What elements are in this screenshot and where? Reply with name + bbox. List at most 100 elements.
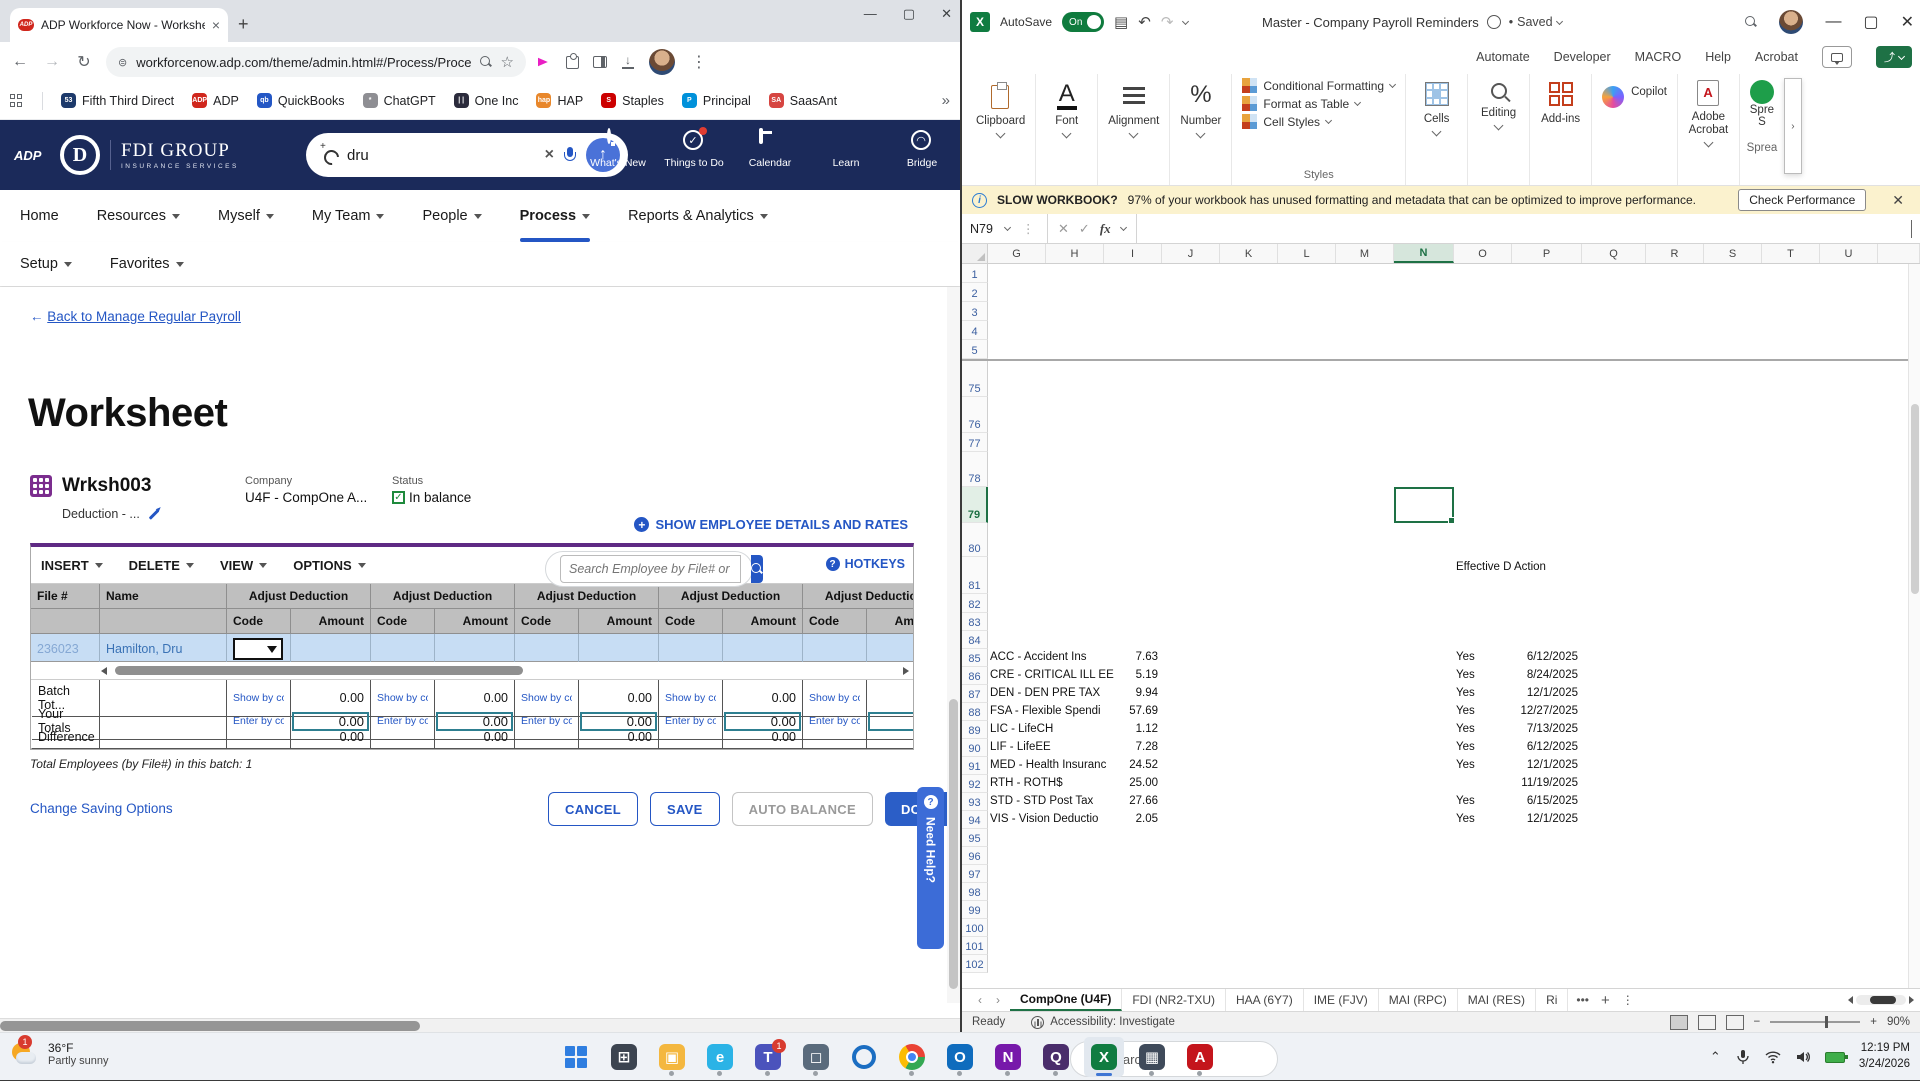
scroll-right-icon[interactable] <box>903 667 909 675</box>
quick-link-people[interactable]: ◠Bridge <box>894 130 950 169</box>
taskbar-remote-desktop-icon[interactable]: ◻ <box>796 1037 836 1077</box>
sheet-row-2[interactable]: 2 <box>962 283 1920 302</box>
taskbar-calculator-icon[interactable]: ▦ <box>1132 1037 1172 1077</box>
sheet-row-88[interactable]: 88FSA - Flexible Spendi57.69Yes12/27/202… <box>962 703 1920 721</box>
amount-cell[interactable] <box>579 634 659 664</box>
page-vertical-scrollbar[interactable] <box>947 287 960 1003</box>
sheet-row-4[interactable]: 4 <box>962 321 1920 340</box>
row-number-86[interactable]: 86 <box>962 667 988 685</box>
taskbar-task-view-icon[interactable]: ⊞ <box>604 1037 644 1077</box>
back-to-payroll-link[interactable]: ← Back to Manage Regular Payroll <box>30 309 241 324</box>
downloads-icon[interactable]: ↓ <box>621 55 635 69</box>
sheet-row-100[interactable]: 100 <box>962 919 1920 937</box>
url-text[interactable]: workforcenow.adp.com/theme/admin.html#/P… <box>136 55 470 70</box>
bookmarks-overflow-icon[interactable]: » <box>942 92 950 109</box>
row-number-88[interactable]: 88 <box>962 703 988 721</box>
expand-formula-bar-icon[interactable] <box>1911 220 1912 238</box>
bookmark-item[interactable]: PPrincipal <box>682 93 751 108</box>
nav-item-home[interactable]: Home <box>20 190 59 242</box>
excel-profile-avatar[interactable] <box>1779 10 1803 34</box>
column-header-T[interactable]: T <box>1762 244 1820 263</box>
row-number-98[interactable]: 98 <box>962 883 988 901</box>
ribbon-tab-acrobat[interactable]: Acrobat <box>1755 50 1798 64</box>
nav-item-people[interactable]: People <box>422 190 481 242</box>
bookmark-item[interactable]: | |One Inc <box>454 93 519 108</box>
ribbon-tab-developer[interactable]: Developer <box>1554 50 1611 64</box>
sheet-row-90[interactable]: 90LIF - LifeEE7.28Yes6/12/2025 <box>962 739 1920 757</box>
row-number-76[interactable]: 76 <box>962 397 988 433</box>
taskbar-quickbooks-icon[interactable]: Q <box>1036 1037 1076 1077</box>
sheet-tab-ime-fjv-[interactable]: IME (FJV) <box>1304 989 1379 1011</box>
page-horizontal-scrollbar[interactable] <box>0 1018 960 1032</box>
excel-minimize-button[interactable]: — <box>1825 13 1841 31</box>
sheet-row-77[interactable]: 77 <box>962 433 1920 452</box>
clear-search-icon[interactable]: × <box>545 146 554 164</box>
taskbar-copilot-icon[interactable] <box>844 1037 884 1077</box>
sheet-row-76[interactable]: 76 <box>962 397 1920 433</box>
browser-close-button[interactable]: ✕ <box>941 6 952 22</box>
code-cell[interactable] <box>371 634 435 664</box>
sheet-tab-ri[interactable]: Ri <box>1536 989 1568 1011</box>
sheet-menu-icon[interactable]: ⋮ <box>1622 993 1634 1007</box>
ribbon-group-alignment[interactable]: Alignment <box>1098 74 1170 185</box>
sheet-row-1[interactable]: 1 <box>962 264 1920 283</box>
save-icon[interactable]: ▤ <box>1114 13 1128 31</box>
zoom-in-button[interactable]: + <box>1870 1016 1877 1028</box>
need-help-tab[interactable]: ? Need Help? <box>917 787 944 949</box>
column-header-O[interactable]: O <box>1454 244 1512 263</box>
column-header-P[interactable]: P <box>1512 244 1582 263</box>
adp-search-value[interactable]: dru <box>347 147 535 164</box>
delete-button[interactable]: DELETE <box>129 558 194 573</box>
bookmark-item[interactable]: qbQuickBooks <box>257 93 345 108</box>
quick-link-calendar[interactable]: Calendar <box>742 130 798 169</box>
insert-button[interactable]: INSERT <box>41 558 103 573</box>
browser-maximize-button[interactable]: ▢ <box>903 6 915 22</box>
sheet-tab-compone-u4f-[interactable]: CompOne (U4F) <box>1010 989 1122 1011</box>
back-icon[interactable]: ← <box>10 53 30 71</box>
saved-status[interactable]: • Saved <box>1509 15 1562 29</box>
excel-close-button[interactable]: ✕ <box>1901 12 1914 32</box>
sheet-row-78[interactable]: 78 <box>962 452 1920 487</box>
weather-widget[interactable]: 1 36°F Partly sunny <box>10 1039 109 1069</box>
cancel-button[interactable]: CANCEL <box>548 792 638 826</box>
nav-item-myself[interactable]: Myself <box>218 190 274 242</box>
zoom-level[interactable]: 90% <box>1887 1016 1910 1028</box>
employee-search-input[interactable] <box>560 555 741 583</box>
row-number-101[interactable]: 101 <box>962 937 988 955</box>
column-header-L[interactable]: L <box>1278 244 1336 263</box>
quick-access-chevron-icon[interactable] <box>1182 17 1189 24</box>
sheet-row-98[interactable]: 98 <box>962 883 1920 901</box>
bookmark-item[interactable]: ADPADP <box>192 93 239 108</box>
page-layout-view-button[interactable] <box>1698 1015 1716 1030</box>
sheet-row-95[interactable]: 95 <box>962 829 1920 847</box>
side-panel-icon[interactable] <box>593 56 607 68</box>
ribbon-tab-help[interactable]: Help <box>1705 50 1731 64</box>
forward-icon[interactable]: → <box>42 53 62 71</box>
ribbon-group-cells[interactable]: Cells <box>1406 74 1468 185</box>
volume-icon[interactable] <box>1795 1049 1811 1065</box>
column-header-G[interactable]: G <box>988 244 1046 263</box>
pink-extension-icon[interactable] <box>538 55 552 69</box>
hotkeys-link[interactable]: ?HOTKEYS <box>826 557 905 571</box>
adp-search-bar[interactable]: dru × ↑ <box>306 133 628 177</box>
sheet-row-82[interactable]: 82 <box>962 594 1920 613</box>
code-cell[interactable] <box>803 634 867 664</box>
dismiss-warning-icon[interactable]: ✕ <box>1892 192 1904 209</box>
sheet-row-83[interactable]: 83 <box>962 613 1920 631</box>
insert-function-icon[interactable]: fx <box>1100 221 1111 237</box>
scroll-left-icon[interactable] <box>101 667 107 675</box>
employee-row[interactable]: 236023Hamilton, Dru <box>31 634 913 662</box>
view-button[interactable]: VIEW <box>220 558 267 573</box>
column-header-H[interactable]: H <box>1046 244 1104 263</box>
amount-cell[interactable] <box>291 634 371 664</box>
code-select-dropdown[interactable] <box>233 638 283 660</box>
excel-maximize-button[interactable]: ▢ <box>1863 12 1878 32</box>
taskbar-clock[interactable]: 12:19 PM 3/24/2026 <box>1859 1041 1910 1072</box>
ribbon-group-styles[interactable]: Conditional FormattingFormat as TableCel… <box>1232 74 1406 185</box>
sheet-row-89[interactable]: 89LIC - LifeCH1.12Yes7/13/2025 <box>962 721 1920 739</box>
add-sheet-icon[interactable]: + <box>1601 992 1610 1009</box>
row-number-1[interactable]: 1 <box>962 264 988 283</box>
styles-item-cell-styles[interactable]: Cell Styles <box>1242 114 1395 129</box>
sheet-tab-haa-6y7-[interactable]: HAA (6Y7) <box>1226 989 1304 1011</box>
sheet-tab-fdi-nr2-txu-[interactable]: FDI (NR2-TXU) <box>1122 989 1226 1011</box>
